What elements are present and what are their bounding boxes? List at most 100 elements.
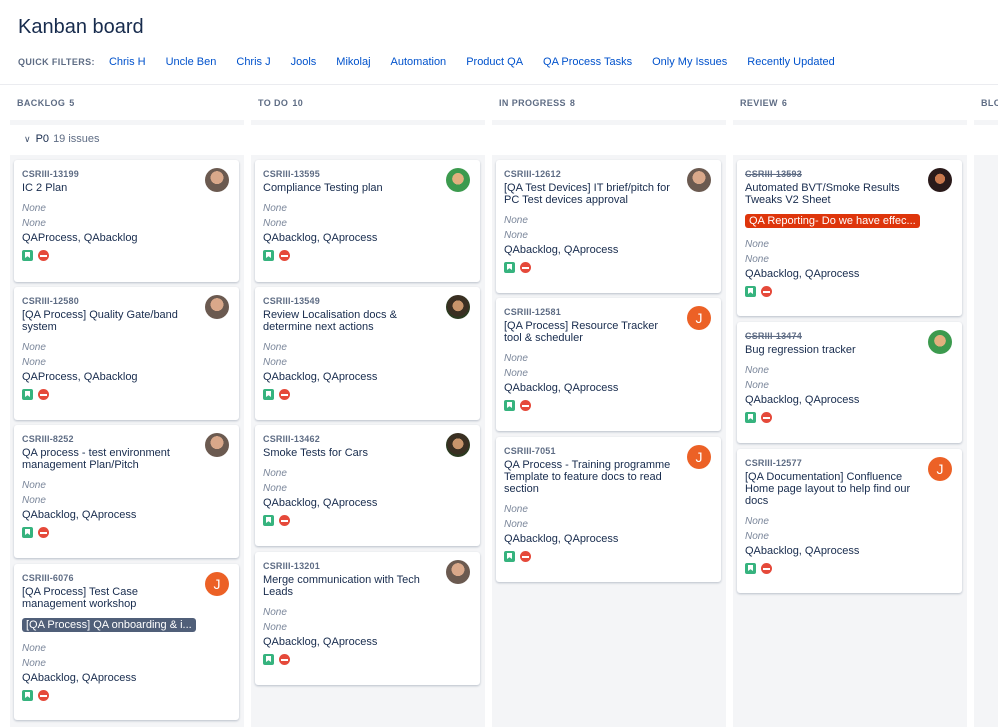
issue-field: None: [745, 516, 769, 527]
assignee-avatar[interactable]: J: [687, 306, 711, 330]
filter-uncle-ben[interactable]: Uncle Ben: [166, 56, 217, 68]
issue-key[interactable]: CSRIII-8252: [22, 434, 231, 444]
column-header-backlog: BACKLOG 5: [17, 98, 75, 108]
filter-recently-updated[interactable]: Recently Updated: [747, 56, 834, 68]
priority-blocker-icon: [38, 250, 49, 261]
assignee-avatar[interactable]: J: [205, 572, 229, 596]
priority-blocker-icon: [520, 262, 531, 273]
priority-blocker-icon: [761, 286, 772, 297]
filter-jools[interactable]: Jools: [291, 56, 317, 68]
issue-key[interactable]: CSRIII-13593: [745, 169, 954, 179]
issue-card[interactable]: CSRIII-13593 Automated BVT/Smoke Results…: [737, 160, 962, 316]
issue-card[interactable]: CSRIII-7051 QA Process - Training progra…: [496, 437, 721, 582]
assignee-avatar[interactable]: J: [928, 457, 952, 481]
story-icon: [745, 563, 756, 574]
issue-field: None: [22, 480, 46, 491]
issue-key[interactable]: CSRIII-13595: [263, 169, 472, 179]
issue-summary: [QA Documentation] Confluence Home page …: [745, 471, 911, 507]
filter-qa-process-tasks[interactable]: QA Process Tasks: [543, 56, 632, 68]
assignee-avatar[interactable]: [205, 168, 229, 192]
issue-field: None: [504, 353, 528, 364]
issue-key[interactable]: CSRIII-13199: [22, 169, 231, 179]
issue-summary: [QA Process] Quality Gate/band system: [22, 309, 178, 333]
column-header-review: REVIEW 6: [740, 98, 787, 108]
chevron-down-icon[interactable]: ∨: [24, 134, 31, 145]
epic-link-badge[interactable]: [QA Process] QA onboarding & i...: [22, 618, 196, 632]
issue-field: None: [263, 622, 287, 633]
filter-product-qa[interactable]: Product QA: [466, 56, 523, 68]
assignee-avatar[interactable]: [928, 168, 952, 192]
issue-field: None: [745, 254, 769, 265]
issue-card[interactable]: CSRIII-6076 [QA Process] Test Case manag…: [14, 564, 239, 720]
issue-field: None: [22, 495, 46, 506]
issue-key[interactable]: CSRIII-12577: [745, 458, 954, 468]
story-icon: [263, 250, 274, 261]
priority-blocker-icon: [38, 690, 49, 701]
assignee-avatar[interactable]: [446, 295, 470, 319]
priority-blocker-icon: [761, 412, 772, 423]
issue-field: None: [504, 230, 528, 241]
issue-card[interactable]: CSRIII-13199 IC 2 Plan None None QAProce…: [14, 160, 239, 282]
filter-chris-j[interactable]: Chris J: [236, 56, 270, 68]
issue-summary: QA process - test environment management…: [22, 447, 170, 471]
issue-key[interactable]: CSRIII-13462: [263, 434, 472, 444]
issue-key[interactable]: CSRIII-13474: [745, 331, 954, 341]
issue-card[interactable]: CSRIII-13474 Bug regression tracker None…: [737, 322, 962, 443]
issue-labels: QAbacklog, QAprocess: [504, 244, 619, 256]
priority-blocker-icon: [279, 250, 290, 261]
issue-card[interactable]: CSRIII-13549 Review Localisation docs & …: [255, 287, 480, 420]
assignee-avatar[interactable]: [687, 168, 711, 192]
filter-only-my-issues[interactable]: Only My Issues: [652, 56, 727, 68]
issue-key[interactable]: CSRIII-13201: [263, 561, 472, 571]
issue-key[interactable]: CSRIII-12612: [504, 169, 713, 179]
filter-chris-h[interactable]: Chris H: [109, 56, 146, 68]
issue-labels: QAbacklog, QAprocess: [22, 672, 137, 684]
filter-automation[interactable]: Automation: [391, 56, 447, 68]
issue-labels: QAbacklog, QAprocess: [263, 636, 378, 648]
story-icon: [263, 654, 274, 665]
swimlane-header-p0[interactable]: ∨ P0 19 issues: [24, 133, 100, 145]
column-blocked: [974, 155, 998, 727]
issue-key[interactable]: CSRIII-6076: [22, 573, 231, 583]
issue-card[interactable]: CSRIII-12577 [QA Documentation] Confluen…: [737, 449, 962, 593]
column-count: 6: [781, 98, 788, 108]
issue-card[interactable]: CSRIII-12612 [QA Test Devices] IT brief/…: [496, 160, 721, 293]
issue-card[interactable]: CSRIII-12581 [QA Process] Resource Track…: [496, 298, 721, 431]
assignee-avatar[interactable]: J: [687, 445, 711, 469]
assignee-avatar[interactable]: [446, 168, 470, 192]
priority-blocker-icon: [520, 400, 531, 411]
issue-card[interactable]: CSRIII-13462 Smoke Tests for Cars None N…: [255, 425, 480, 546]
issue-field: None: [22, 357, 46, 368]
issue-summary: Compliance Testing plan: [263, 182, 383, 194]
epic-link-badge[interactable]: QA Reporting- Do we have effec...: [745, 214, 920, 228]
issue-summary: Bug regression tracker: [745, 344, 856, 356]
assignee-avatar[interactable]: [446, 433, 470, 457]
issue-card[interactable]: CSRIII-13595 Compliance Testing plan Non…: [255, 160, 480, 282]
issue-key[interactable]: CSRIII-12580: [22, 296, 231, 306]
issue-labels: QAbacklog, QAprocess: [745, 268, 860, 280]
issue-key[interactable]: CSRIII-12581: [504, 307, 713, 317]
issue-summary: [QA Process] Test Case management worksh…: [22, 586, 138, 610]
assignee-avatar[interactable]: [205, 295, 229, 319]
page-title: Kanban board: [18, 16, 144, 38]
issue-labels: QAProcess, QAbacklog: [22, 232, 138, 244]
issue-card[interactable]: CSRIII-8252 QA process - test environmen…: [14, 425, 239, 558]
column-count: 5: [69, 98, 75, 108]
priority-blocker-icon: [761, 563, 772, 574]
issue-key[interactable]: CSRIII-13549: [263, 296, 472, 306]
header-divider: [0, 84, 998, 85]
column-bar: [974, 120, 998, 125]
assignee-avatar[interactable]: [446, 560, 470, 584]
assignee-avatar[interactable]: [205, 433, 229, 457]
issue-card[interactable]: CSRIII-13201 Merge communication with Te…: [255, 552, 480, 685]
issue-card[interactable]: CSRIII-12580 [QA Process] Quality Gate/b…: [14, 287, 239, 420]
issue-field: None: [22, 342, 46, 353]
priority-blocker-icon: [279, 654, 290, 665]
column-bar: [10, 120, 244, 125]
assignee-avatar[interactable]: [928, 330, 952, 354]
filter-mikolaj[interactable]: Mikolaj: [336, 56, 370, 68]
issue-key[interactable]: CSRIII-7051: [504, 446, 713, 456]
issue-field: None: [263, 607, 287, 618]
story-icon: [504, 400, 515, 411]
issue-field: None: [22, 658, 46, 669]
